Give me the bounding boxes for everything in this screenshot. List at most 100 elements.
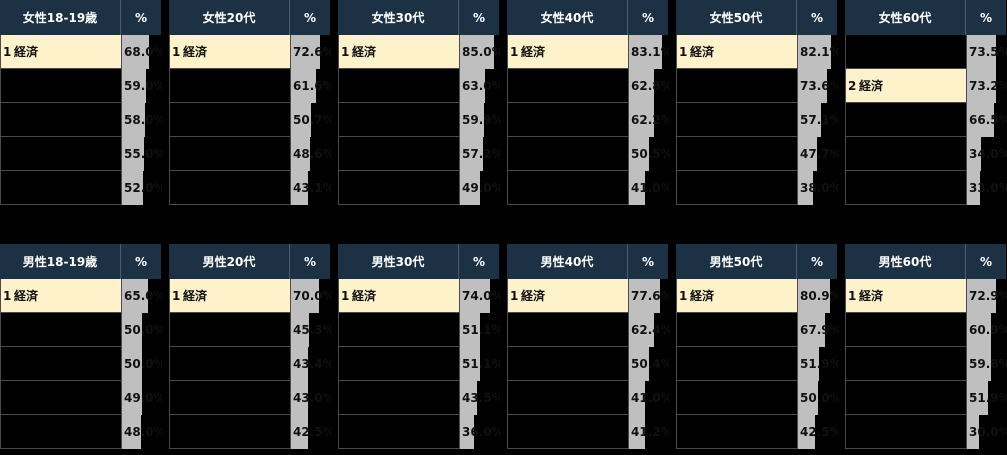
table-row: 63.0% (338, 69, 500, 103)
table-row: 1 経済 77.6% (507, 279, 669, 313)
panel-title: 男性40代 (507, 244, 628, 279)
percent-value: 62.4% (631, 323, 669, 337)
table-row: 62.8% (507, 69, 669, 103)
percent-cell: 43.0% (291, 381, 331, 415)
panel-header: 女性30代% (338, 0, 499, 35)
item-label: 経済 (690, 289, 715, 303)
item-label: 経済 (521, 289, 546, 303)
table-row: 43.5% (338, 381, 500, 415)
table-row: 50.0% (676, 381, 838, 415)
percent-value: 82.1% (800, 45, 838, 59)
table-row: 59.0% (0, 69, 162, 103)
percent-value: 50.5% (631, 147, 669, 161)
rank-number: 1 (848, 289, 857, 303)
panel-header: 男性60代% (845, 244, 1006, 279)
table-row: 41.0% (507, 381, 669, 415)
table-row: 41.0% (507, 171, 669, 205)
table-row: 62.2% (507, 103, 669, 137)
panel-title: 男性50代 (676, 244, 797, 279)
percent-cell: 47.7% (798, 137, 838, 171)
rank-number: 1 (679, 289, 688, 303)
table-row: 59.9% (338, 103, 500, 137)
table-row: 58.0% (0, 103, 162, 137)
percent-cell: 62.2% (629, 103, 669, 137)
percent-value: 50.4% (631, 357, 669, 371)
table-row: 52.0% (0, 171, 162, 205)
percent-value: 51.9% (800, 357, 838, 371)
percent-value: 72.9% (969, 289, 1007, 303)
ranking-panel: 男性50代% 1 経済 80.9% 67.9% 51.9% 50.0% 42.5% (676, 244, 838, 449)
table-row: 33.0% (845, 171, 1007, 205)
percent-cell: 62.8% (629, 69, 669, 103)
percent-value: 74.0% (462, 289, 500, 303)
percent-value: 43.5% (462, 391, 500, 405)
percent-value: 83.1% (631, 45, 669, 59)
percent-header: % (966, 244, 1006, 279)
rank-number: 1 (510, 45, 519, 59)
percent-header: % (797, 244, 837, 279)
percent-value: 30.0% (969, 425, 1007, 439)
table-row: 42.5% (676, 415, 838, 449)
percent-value: 77.6% (631, 289, 669, 303)
table-row: 55.0% (0, 137, 162, 171)
percent-header: % (459, 244, 499, 279)
panel-title: 女性20代 (169, 0, 290, 35)
ranking-panel: 男性20代% 1 経済 70.0% 45.3% 43.4% 43.0% 42.5% (169, 244, 331, 449)
percent-cell: 57.1% (798, 103, 838, 137)
percent-value: 50.0% (800, 391, 838, 405)
percent-value: 49.0% (124, 391, 162, 405)
percent-cell: 43.1% (291, 171, 331, 205)
panel-title: 女性40代 (507, 0, 628, 35)
percent-cell: 73.5% (967, 35, 1007, 69)
percent-header: % (290, 0, 330, 35)
panel-title: 男性60代 (845, 244, 966, 279)
percent-cell: 49.0% (122, 381, 162, 415)
table-row: 61.6% (169, 69, 331, 103)
percent-cell: 72.9% (967, 279, 1007, 313)
panel-header: 女性18-19歳% (0, 0, 161, 35)
item-label: 経済 (859, 79, 884, 93)
percent-cell: 41.0% (629, 171, 669, 205)
rank-number: 1 (510, 289, 519, 303)
percent-value: 47.7% (800, 147, 838, 161)
percent-value: 59.8% (969, 357, 1007, 371)
ranking-panel: 男性40代% 1 経済 77.6% 62.4% 50.4% 41.0% 41.2% (507, 244, 669, 449)
item-label: 経済 (690, 45, 715, 59)
item-label: 経済 (859, 289, 884, 303)
percent-cell: 50.4% (629, 347, 669, 381)
table-row: 38.0% (676, 171, 838, 205)
table-row: 73.6% (676, 69, 838, 103)
panel-header: 女性20代% (169, 0, 330, 35)
percent-cell: 41.0% (629, 381, 669, 415)
panel-header: 男性40代% (507, 244, 668, 279)
percent-header: % (797, 0, 837, 35)
percent-cell: 55.0% (122, 137, 162, 171)
percent-cell: 85.0% (460, 35, 500, 69)
percent-cell: 51.1% (460, 347, 500, 381)
percent-value: 80.9% (800, 289, 838, 303)
percent-cell: 30.0% (967, 415, 1007, 449)
percent-value: 50.0% (124, 323, 162, 337)
percent-cell: 67.9% (798, 313, 838, 347)
table-row: 67.9% (676, 313, 838, 347)
ranking-panel: 女性30代% 1 経済 85.0% 63.0% 59.9% 57.2% 49.0% (338, 0, 500, 205)
table-row: 1 経済 72.9% (845, 279, 1007, 313)
percent-cell: 66.5% (967, 103, 1007, 137)
table-row: 49.0% (338, 171, 500, 205)
table-row: 51.1% (338, 313, 500, 347)
percent-cell: 74.0% (460, 279, 500, 313)
percent-cell: 33.0% (967, 171, 1007, 205)
percent-value: 63.0% (462, 79, 500, 93)
percent-value: 36.0% (462, 425, 500, 439)
table-row: 43.1% (169, 171, 331, 205)
table-row: 47.7% (676, 137, 838, 171)
table-row: 51.9% (845, 381, 1007, 415)
table-row: 51.9% (676, 347, 838, 381)
rank-number: 1 (341, 289, 350, 303)
percent-cell: 72.6% (291, 35, 331, 69)
table-row: 1 経済 82.1% (676, 35, 838, 69)
percent-value: 73.6% (800, 79, 838, 93)
percent-value: 61.6% (293, 79, 331, 93)
percent-value: 60.9% (969, 323, 1007, 337)
table-row: 30.0% (845, 415, 1007, 449)
